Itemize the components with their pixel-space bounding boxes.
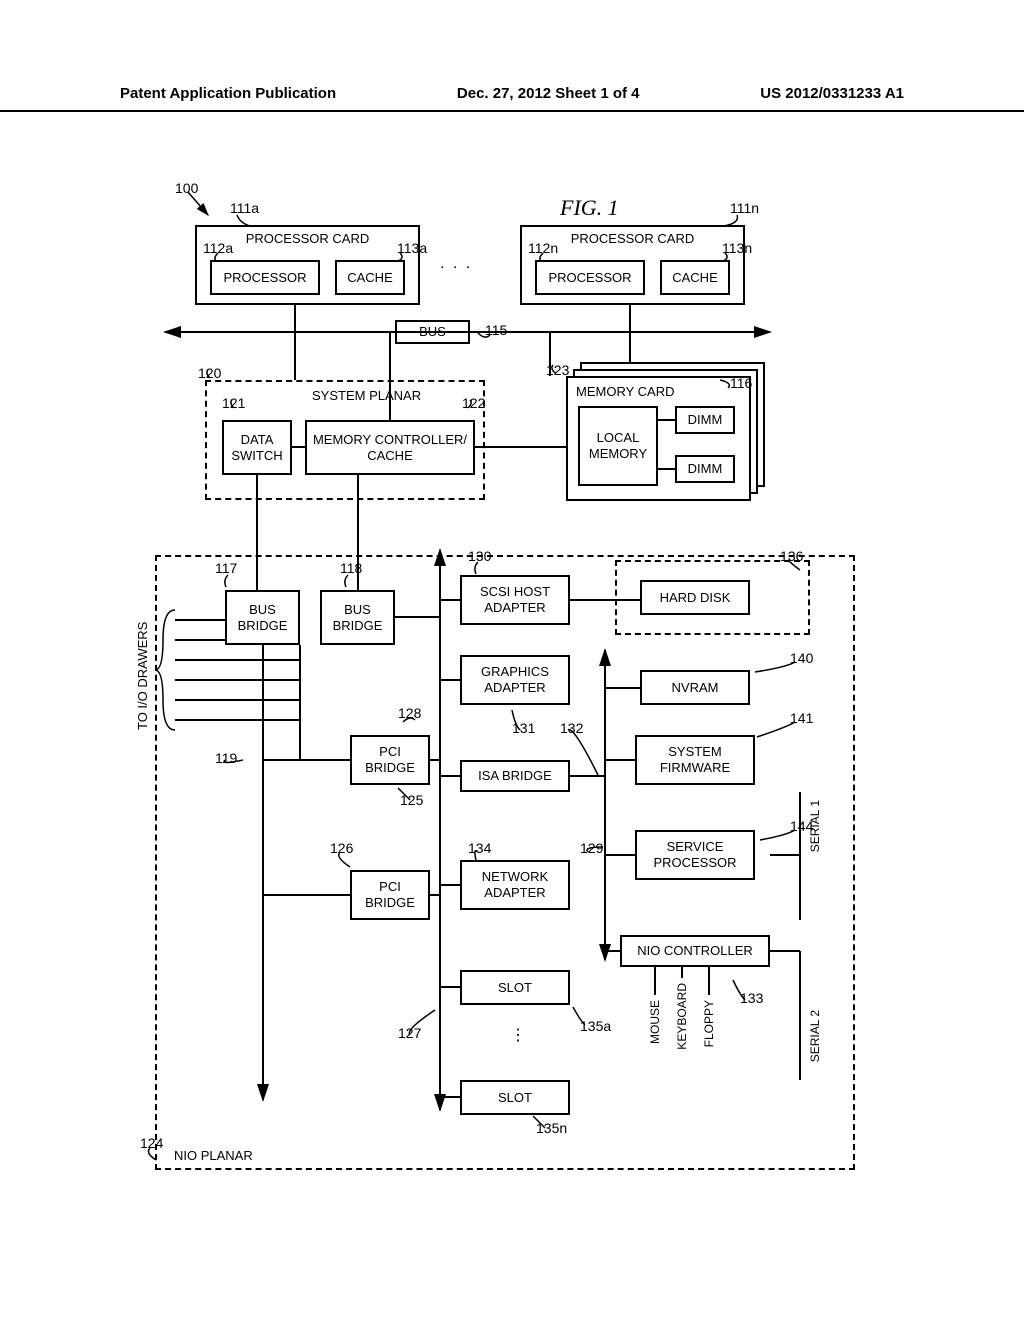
ref-113n: 113n [722, 240, 752, 256]
ref-132: 132 [560, 720, 583, 736]
ref-122: 122 [462, 395, 485, 411]
network-adapter: NETWORK ADAPTER [460, 860, 570, 910]
data-switch: DATA SWITCH [222, 420, 292, 475]
ref-124: 124 [140, 1135, 163, 1151]
processor-a: PROCESSOR [210, 260, 320, 295]
header-center: Dec. 27, 2012 Sheet 1 of 4 [457, 85, 640, 102]
ref-135a: 135a [580, 1018, 611, 1034]
ref-136: 136 [780, 548, 803, 564]
cache-n: CACHE [660, 260, 730, 295]
ref-117: 117 [215, 560, 237, 576]
ref-126: 126 [330, 840, 353, 856]
ref-131: 131 [512, 720, 535, 736]
ref-123: 123 [546, 362, 569, 378]
scsi-host-adapter: SCSI HOST ADAPTER [460, 575, 570, 625]
ref-111a: 111a [230, 200, 259, 216]
dimm-2: DIMM [675, 455, 735, 483]
publication-header: Patent Application Publication Dec. 27, … [0, 85, 1024, 112]
ref-112a: 112a [203, 240, 233, 256]
memory-controller-cache: MEMORY CONTROLLER/ CACHE [305, 420, 475, 475]
nio-controller: NIO CONTROLLER [620, 935, 770, 967]
io-drawers-label: TO I/O DRAWERS [135, 610, 150, 730]
page: Patent Application Publication Dec. 27, … [0, 0, 1024, 1320]
slot-a: SLOT [460, 970, 570, 1005]
mouse-label: MOUSE [648, 1000, 662, 1044]
nio-planar-label: NIO PLANAR [172, 1148, 255, 1163]
ref-119: 119 [215, 750, 237, 766]
ref-121: 121 [222, 395, 245, 411]
ref-113a: 113a [397, 240, 427, 256]
header-right: US 2012/0331233 A1 [760, 85, 904, 102]
ref-127: 127 [398, 1025, 421, 1041]
ref-130: 130 [468, 548, 491, 564]
slot-n: SLOT [460, 1080, 570, 1115]
system-planar-label: SYSTEM PLANAR [310, 388, 423, 403]
figure-title: FIG. 1 [560, 195, 619, 221]
ref-140: 140 [790, 650, 813, 666]
ref-133: 133 [740, 990, 763, 1006]
ref-129: 129 [580, 840, 603, 856]
ref-116: 116 [730, 375, 752, 391]
processor-n: PROCESSOR [535, 260, 645, 295]
isa-bridge: ISA BRIDGE [460, 760, 570, 792]
ref-134: 134 [468, 840, 491, 856]
floppy-label: FLOPPY [702, 1000, 716, 1047]
hard-disk: HARD DISK [640, 580, 750, 615]
nvram: NVRAM [640, 670, 750, 705]
ref-118: 118 [340, 560, 362, 576]
memory-card-label: MEMORY CARD [570, 380, 747, 404]
ref-111n: 111n [730, 200, 759, 216]
ref-135n: 135n [536, 1120, 567, 1136]
header-left: Patent Application Publication [120, 85, 336, 102]
ref-125: 125 [400, 792, 423, 808]
dimm-1: DIMM [675, 406, 735, 434]
serial2-label: SERIAL 2 [808, 1010, 822, 1062]
pci-bridge-2: PCI BRIDGE [350, 870, 430, 920]
bus-bridge-2: BUS BRIDGE [320, 590, 395, 645]
cache-a: CACHE [335, 260, 405, 295]
system-firmware: SYSTEM FIRMWARE [635, 735, 755, 785]
ref-128: 128 [398, 705, 421, 721]
ref-100: 100 [175, 180, 198, 196]
vdots-icon: ⋮ [510, 1025, 526, 1045]
service-processor: SERVICE PROCESSOR [635, 830, 755, 880]
ellipsis: . . . [440, 255, 472, 273]
local-memory: LOCAL MEMORY [578, 406, 658, 486]
pci-bridge-1: PCI BRIDGE [350, 735, 430, 785]
ref-112n: 112n [528, 240, 558, 256]
ref-144: 144 [790, 818, 813, 834]
keyboard-label: KEYBOARD [675, 983, 689, 1050]
ref-141: 141 [790, 710, 813, 726]
bus: BUS [395, 320, 470, 344]
bus-bridge-1: BUS BRIDGE [225, 590, 300, 645]
graphics-adapter: GRAPHICS ADAPTER [460, 655, 570, 705]
ref-120: 120 [198, 365, 221, 381]
ref-115: 115 [485, 322, 507, 338]
